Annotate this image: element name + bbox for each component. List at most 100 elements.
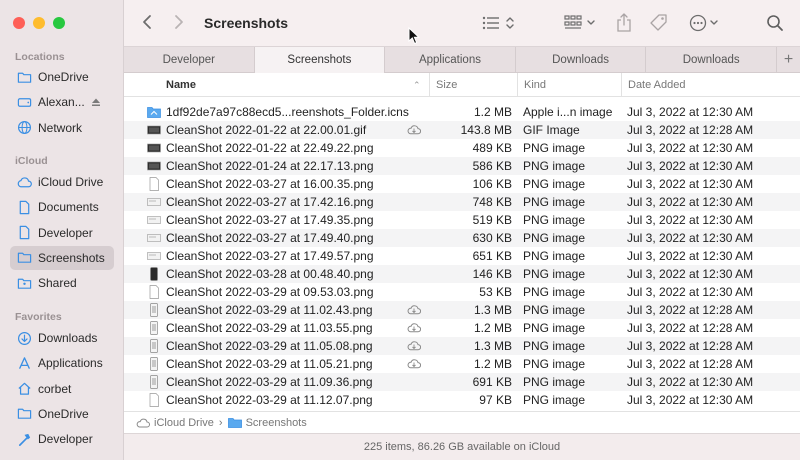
- file-row[interactable]: CleanShot 2022-01-24 at 22.17.13.png 586 …: [124, 157, 800, 175]
- file-size: 489 KB: [472, 141, 512, 155]
- file-date-added: Jul 3, 2022 at 12:28 AM: [627, 123, 754, 137]
- sidebar-item-label: Downloads: [38, 331, 98, 345]
- sidebar-item-downloads[interactable]: Downloads: [10, 326, 114, 350]
- file-row[interactable]: CleanShot 2022-03-28 at 00.48.40.png 146 …: [124, 265, 800, 283]
- file-row[interactable]: CleanShot 2022-03-29 at 09.53.03.png 53 K…: [124, 283, 800, 301]
- chevron-right-icon: [175, 15, 183, 29]
- column-kind-header[interactable]: Kind: [517, 73, 621, 97]
- file-size: 748 KB: [472, 195, 512, 209]
- file-name: CleanShot 2022-03-29 at 11.05.21.png: [166, 357, 373, 371]
- sidebar-item-developer[interactable]: Developer: [10, 221, 114, 245]
- sidebar-item-label: Network: [38, 120, 83, 135]
- document-icon: [147, 393, 161, 407]
- new-tab-button[interactable]: +: [777, 47, 800, 72]
- sidebar-item-label: Shared: [38, 276, 77, 291]
- file-kind: PNG image: [523, 249, 586, 263]
- file-row[interactable]: CleanShot 2022-03-29 at 11.05.21.png 1.2 …: [124, 355, 800, 373]
- file-row[interactable]: CleanShot 2022-01-22 at 22.49.22.png 489 …: [124, 139, 800, 157]
- file-row[interactable]: CleanShot 2022-03-29 at 11.09.36.png 691 …: [124, 373, 800, 391]
- group-button[interactable]: [564, 15, 598, 31]
- sidebar-item-alexan[interactable]: Alexan...: [10, 90, 114, 114]
- sort-ascending-icon: ⌃: [413, 80, 421, 90]
- document-icon: [147, 285, 161, 299]
- tab-screenshots[interactable]: Screenshots: [254, 47, 386, 73]
- file-date-added: Jul 3, 2022 at 12:30 AM: [627, 231, 754, 245]
- file-row[interactable]: CleanShot 2022-03-29 at 11.12.07.png 97 K…: [124, 391, 800, 409]
- file-date-added: Jul 3, 2022 at 12:28 AM: [627, 357, 754, 371]
- back-button[interactable]: [142, 14, 152, 30]
- file-size: 53 KB: [479, 285, 512, 299]
- path-item-icloud-drive[interactable]: iCloud Drive: [136, 417, 214, 429]
- image-thumbnail-icon: [147, 231, 161, 245]
- minimize-window-button[interactable]: [33, 17, 45, 29]
- file-row[interactable]: CleanShot 2022-03-27 at 16.00.35.png 106 …: [124, 175, 800, 193]
- sidebar-section-locations: Locations: [15, 51, 65, 63]
- sidebar-item-onedrive[interactable]: OneDrive: [10, 402, 114, 426]
- cloud-download-icon[interactable]: [407, 124, 422, 135]
- file-date-added: Jul 3, 2022 at 12:30 AM: [627, 249, 754, 263]
- tab-developer[interactable]: Developer: [124, 47, 255, 73]
- tab-downloads[interactable]: Downloads: [516, 47, 647, 73]
- tab-downloads-2[interactable]: Downloads: [646, 47, 777, 73]
- file-kind: PNG image: [523, 339, 586, 353]
- sidebar-item-applications[interactable]: Applications: [10, 351, 114, 375]
- sidebar-item-developer[interactable]: Developer: [10, 427, 114, 451]
- file-row[interactable]: CleanShot 2022-03-27 at 17.42.16.png 748 …: [124, 193, 800, 211]
- cloud-download-icon[interactable]: [407, 340, 422, 351]
- sidebar-item-network[interactable]: Network: [10, 116, 114, 140]
- path-bar: iCloud Drive › Screenshots: [124, 411, 800, 433]
- file-row[interactable]: CleanShot 2022-03-29 at 11.05.08.png 1.3 …: [124, 337, 800, 355]
- sidebar-item-documents[interactable]: Documents: [10, 195, 114, 219]
- view-options-button[interactable]: [482, 15, 516, 31]
- search-icon: [767, 15, 783, 31]
- file-row[interactable]: CleanShot 2022-03-29 at 11.03.55.png 1.2 …: [124, 319, 800, 337]
- file-kind: PNG image: [523, 231, 586, 245]
- file-row[interactable]: CleanShot 2022-03-29 at 11.02.43.png 1.3 …: [124, 301, 800, 319]
- cloud-download-icon[interactable]: [407, 322, 422, 333]
- forward-button[interactable]: [174, 14, 184, 30]
- tab-applications[interactable]: Applications: [385, 47, 516, 73]
- file-row[interactable]: CleanShot 2022-03-27 at 17.49.57.png 651 …: [124, 247, 800, 265]
- file-date-added: Jul 3, 2022 at 12:30 AM: [627, 375, 754, 389]
- file-name: CleanShot 2022-01-24 at 22.17.13.png: [166, 159, 374, 173]
- sidebar-item-onedrive[interactable]: OneDrive: [10, 65, 114, 89]
- file-kind: PNG image: [523, 267, 586, 281]
- file-date-added: Jul 3, 2022 at 12:28 AM: [627, 303, 754, 317]
- sidebar-item-corbet[interactable]: corbet: [10, 377, 114, 401]
- sidebar-item-label: OneDrive: [38, 406, 89, 421]
- column-date-header[interactable]: Date Added: [621, 73, 800, 97]
- zoom-window-button[interactable]: [53, 17, 65, 29]
- sidebar-item-icloud-drive[interactable]: iCloud Drive: [10, 170, 114, 194]
- close-window-button[interactable]: [13, 17, 25, 29]
- column-size-header[interactable]: Size: [429, 73, 517, 97]
- file-name: CleanShot 2022-01-22 at 22.49.22.png: [166, 141, 374, 155]
- column-name-header[interactable]: Name: [166, 73, 196, 97]
- file-kind: PNG image: [523, 285, 586, 299]
- shared-folder-icon: [16, 275, 32, 291]
- file-name: 1df92de7a97c88ecd5...reenshots_Folder.ic…: [166, 105, 409, 119]
- cloud-download-icon[interactable]: [407, 304, 422, 315]
- file-kind: PNG image: [523, 357, 586, 371]
- cloud-icon: [16, 174, 32, 190]
- path-item-screenshots[interactable]: Screenshots: [227, 417, 307, 429]
- sidebar-item-screenshots[interactable]: Screenshots: [10, 245, 114, 270]
- sidebar-item-shared[interactable]: Shared: [10, 271, 114, 295]
- search-button[interactable]: [766, 14, 784, 32]
- file-row[interactable]: CleanShot 2022-01-22 at 22.00.01.gif 143.…: [124, 121, 800, 139]
- status-bar: 225 items, 86.26 GB available on iCloud: [124, 433, 800, 460]
- file-date-added: Jul 3, 2022 at 12:30 AM: [627, 285, 754, 299]
- file-row[interactable]: CleanShot 2022-03-27 at 17.49.35.png 519 …: [124, 211, 800, 229]
- file-row[interactable]: CleanShot 2022-03-27 at 17.49.40.png 630 …: [124, 229, 800, 247]
- mouse-cursor-icon: [408, 27, 420, 45]
- file-date-added: Jul 3, 2022 at 12:30 AM: [627, 195, 754, 209]
- file-name: CleanShot 2022-03-27 at 17.49.40.png: [166, 231, 374, 245]
- tags-button[interactable]: [649, 13, 669, 33]
- cloud-download-icon[interactable]: [407, 358, 422, 369]
- folder-icon: [16, 406, 32, 422]
- more-actions-button[interactable]: [689, 14, 721, 32]
- eject-icon[interactable]: [91, 97, 101, 107]
- share-button[interactable]: [616, 13, 632, 33]
- file-size: 106 KB: [472, 177, 512, 191]
- file-row[interactable]: 1df92de7a97c88ecd5...reenshots_Folder.ic…: [124, 103, 800, 121]
- document-icon: [16, 225, 32, 241]
